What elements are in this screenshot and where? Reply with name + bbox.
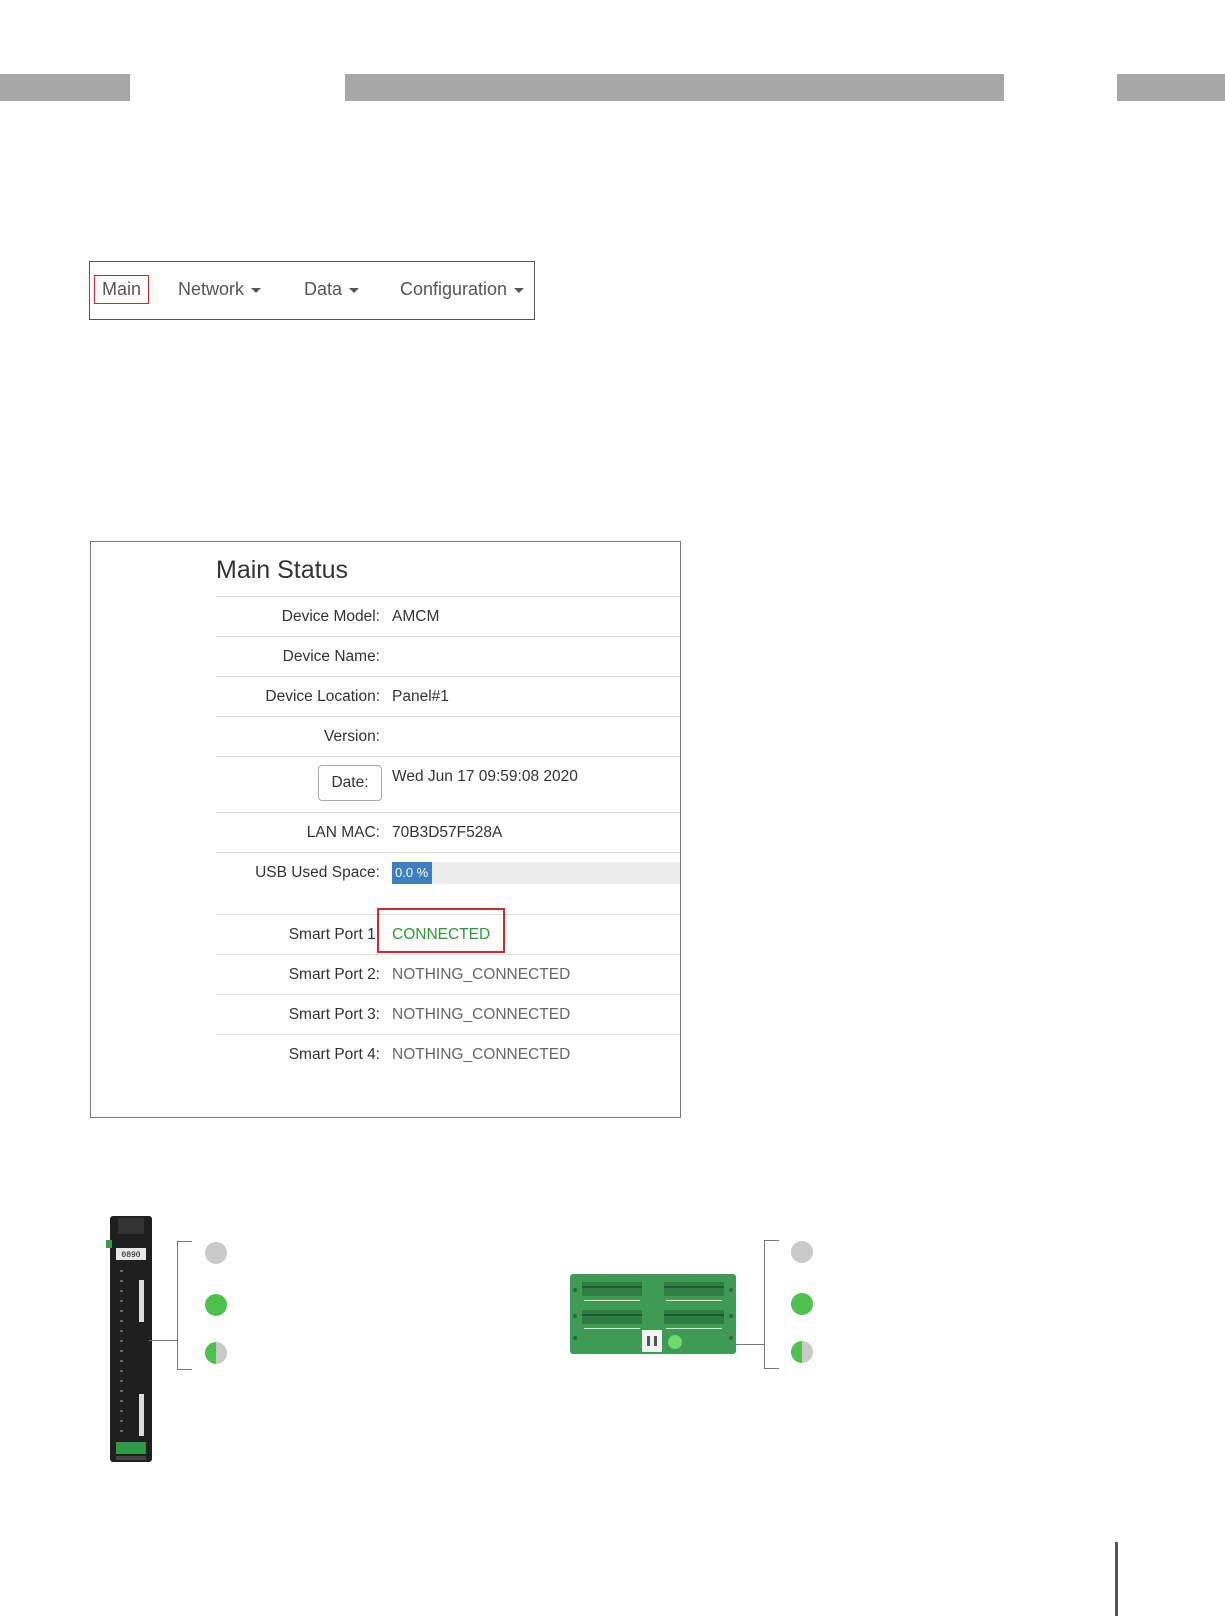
- smart-port-4-label: Smart Port 4:: [288, 1046, 380, 1063]
- status-row-smart-port-3: Smart Port 3: NOTHING_CONNECTED: [216, 994, 680, 1035]
- nav-item-network-label: Network: [178, 279, 245, 299]
- lan-mac-value: 70B3D57F528A: [392, 824, 503, 841]
- smart-port-2-label: Smart Port 2:: [288, 966, 380, 983]
- led-on-icon: [791, 1293, 813, 1315]
- smart-port-2-value: NOTHING_CONNECTED: [392, 966, 571, 983]
- nav-item-data-label: Data: [304, 279, 343, 299]
- status-row-usb-used-space: USB Used Space: 0.0 %: [216, 852, 680, 915]
- svg-text:0890: 0890: [121, 1251, 140, 1260]
- nav-item-configuration[interactable]: Configuration: [400, 279, 525, 300]
- device-location-value: Panel#1: [392, 688, 449, 705]
- status-row-device-location: Device Location: Panel#1: [216, 676, 680, 717]
- nav-item-main-label: Main: [102, 279, 142, 299]
- led-on-icon: [205, 1294, 227, 1316]
- usb-used-space-label: USB Used Space:: [255, 864, 380, 881]
- device-module-image: 0890: [106, 1216, 152, 1462]
- status-row-smart-port-2: Smart Port 2: NOTHING_CONNECTED: [216, 954, 680, 995]
- main-status-panel: Main Status Device Model: AMCM Device Na…: [90, 541, 681, 1118]
- status-row-smart-port-4: Smart Port 4: NOTHING_CONNECTED: [216, 1034, 680, 1075]
- led-blinking-icon: [205, 1342, 227, 1364]
- nav-item-configuration-label: Configuration: [400, 279, 508, 299]
- connector-line: [736, 1344, 764, 1345]
- device-name-label: Device Name:: [282, 648, 380, 665]
- header-bar-left: [0, 74, 130, 101]
- header-bar-right: [1117, 74, 1225, 101]
- terminal-board-image: [570, 1274, 736, 1354]
- status-row-date: Date: Wed Jun 17 09:59:08 2020: [216, 756, 680, 813]
- smart-port-3-label: Smart Port 3:: [288, 1006, 380, 1023]
- led-blinking-icon: [791, 1341, 813, 1363]
- nav-item-data[interactable]: Data: [304, 279, 360, 300]
- smart-port-3-value: NOTHING_CONNECTED: [392, 1006, 571, 1023]
- caret-down-icon: [349, 287, 360, 293]
- smart-port-4-value: NOTHING_CONNECTED: [392, 1046, 571, 1063]
- smart-port-1-value: CONNECTED: [392, 926, 491, 943]
- bracket: [764, 1240, 779, 1369]
- status-row-device-name: Device Name:: [216, 636, 680, 677]
- connector-line: [149, 1340, 177, 1341]
- usb-progress-bar: 0.0 %: [392, 862, 680, 884]
- status-row-device-model: Device Model: AMCM: [216, 596, 680, 637]
- lan-mac-label: LAN MAC:: [306, 824, 380, 841]
- usb-progress-fill: 0.0 %: [392, 862, 432, 884]
- nav-item-main[interactable]: Main: [94, 275, 150, 304]
- status-row-version: Version:: [216, 716, 680, 757]
- status-row-smart-port-1: Smart Port 1: CONNECTED: [216, 908, 680, 955]
- smart-port-1-label: Smart Port 1:: [288, 926, 380, 943]
- caret-down-icon: [514, 287, 525, 293]
- led-off-icon: [205, 1242, 227, 1264]
- device-model-value: AMCM: [392, 608, 440, 625]
- header-bar-center: [345, 74, 1004, 101]
- nav-item-network[interactable]: Network: [178, 279, 262, 300]
- date-value: Wed Jun 17 09:59:08 2020: [392, 768, 578, 785]
- device-location-label: Device Location:: [265, 688, 380, 705]
- page-divider: [1115, 1542, 1118, 1616]
- status-row-lan-mac: LAN MAC: 70B3D57F528A: [216, 812, 680, 853]
- led-off-icon: [791, 1241, 813, 1263]
- nav-bar: Main Network Data Configuration: [89, 261, 535, 320]
- caret-down-icon: [251, 287, 262, 293]
- panel-title: Main Status: [216, 556, 349, 584]
- device-model-label: Device Model:: [281, 608, 380, 625]
- version-label: Version:: [323, 728, 380, 745]
- date-button[interactable]: Date:: [318, 765, 382, 801]
- bracket: [177, 1241, 192, 1370]
